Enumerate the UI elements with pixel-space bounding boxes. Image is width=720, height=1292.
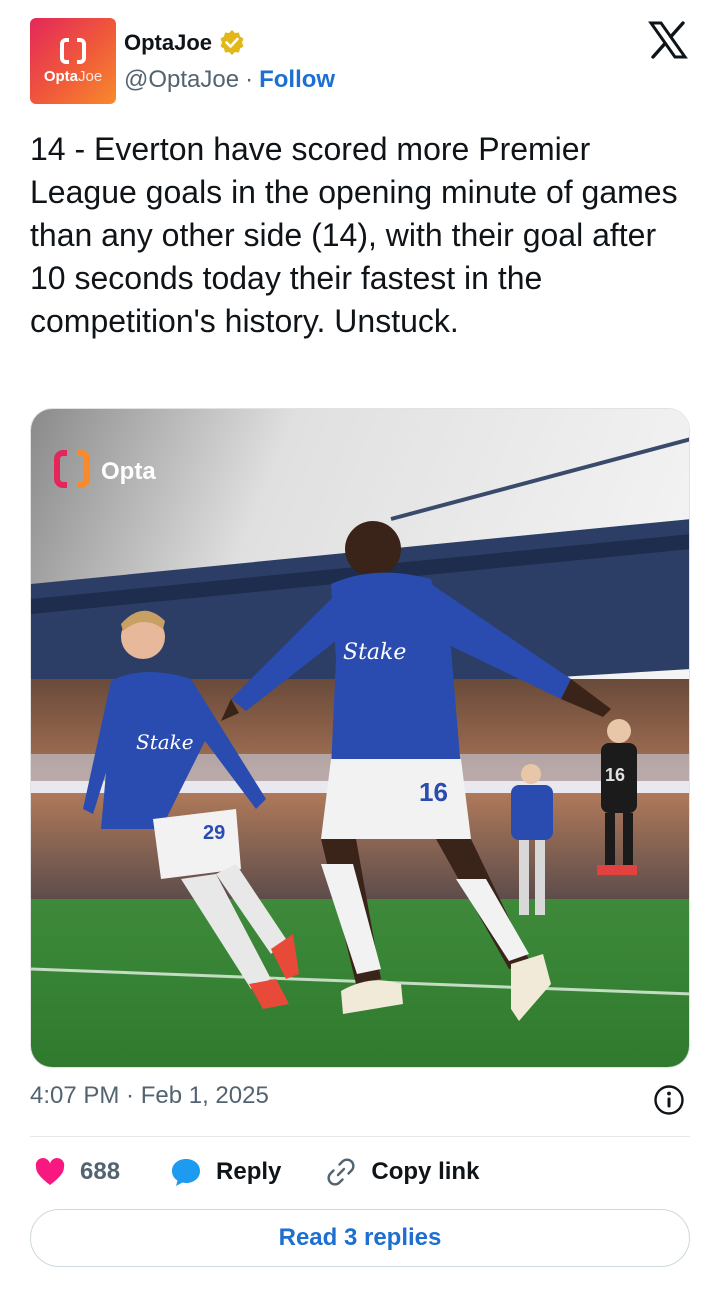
handle[interactable]: @OptaJoe [124, 66, 239, 94]
follow-button[interactable]: Follow [259, 66, 335, 94]
svg-text:Opta: Opta [101, 458, 156, 485]
tweet-header: OptaJoe OptaJoe @OptaJoe · Follow [30, 18, 690, 108]
like-count: 688 [80, 1158, 121, 1185]
tweet-media[interactable]: Opta 16 Stake 29 Stake 16 [30, 408, 690, 1068]
copy-link-button[interactable]: Copy link [325, 1156, 479, 1188]
avatar[interactable]: OptaJoe [30, 18, 116, 104]
svg-text:16: 16 [419, 777, 448, 807]
separator-dot: · [245, 66, 254, 93]
heart-icon [35, 1158, 65, 1185]
name-row: OptaJoe [124, 28, 246, 58]
x-logo-icon[interactable] [648, 20, 688, 60]
match-photo: Opta 16 Stake 29 Stake 16 [31, 409, 689, 1067]
read-replies-button[interactable]: Read 3 replies [30, 1209, 690, 1267]
opta-logo-icon [60, 38, 86, 64]
copy-link-label: Copy link [371, 1158, 480, 1185]
reply-label: Reply [216, 1158, 282, 1185]
like-button[interactable]: 688 [34, 1156, 120, 1188]
tweet-text: 14 - Everton have scored more Premier Le… [30, 131, 678, 339]
svg-text:29: 29 [203, 822, 225, 844]
verified-icon [220, 30, 244, 55]
divider [30, 1136, 690, 1137]
reply-bubble-icon [172, 1159, 201, 1186]
info-icon[interactable] [653, 1084, 685, 1116]
action-bar: 688 Reply Copy link [34, 1152, 479, 1192]
link-icon [327, 1158, 355, 1186]
reply-button[interactable]: Reply [170, 1156, 281, 1188]
svg-text:16: 16 [605, 765, 625, 785]
svg-text:Stake: Stake [136, 730, 194, 754]
avatar-wordmark: OptaJoe [43, 68, 103, 85]
svg-text:Stake: Stake [343, 640, 406, 665]
display-name[interactable]: OptaJoe [124, 30, 212, 56]
handle-row: @OptaJoe · Follow [124, 66, 335, 94]
tweet-timestamp[interactable]: 4:07 PM · Feb 1, 2025 [30, 1082, 269, 1110]
